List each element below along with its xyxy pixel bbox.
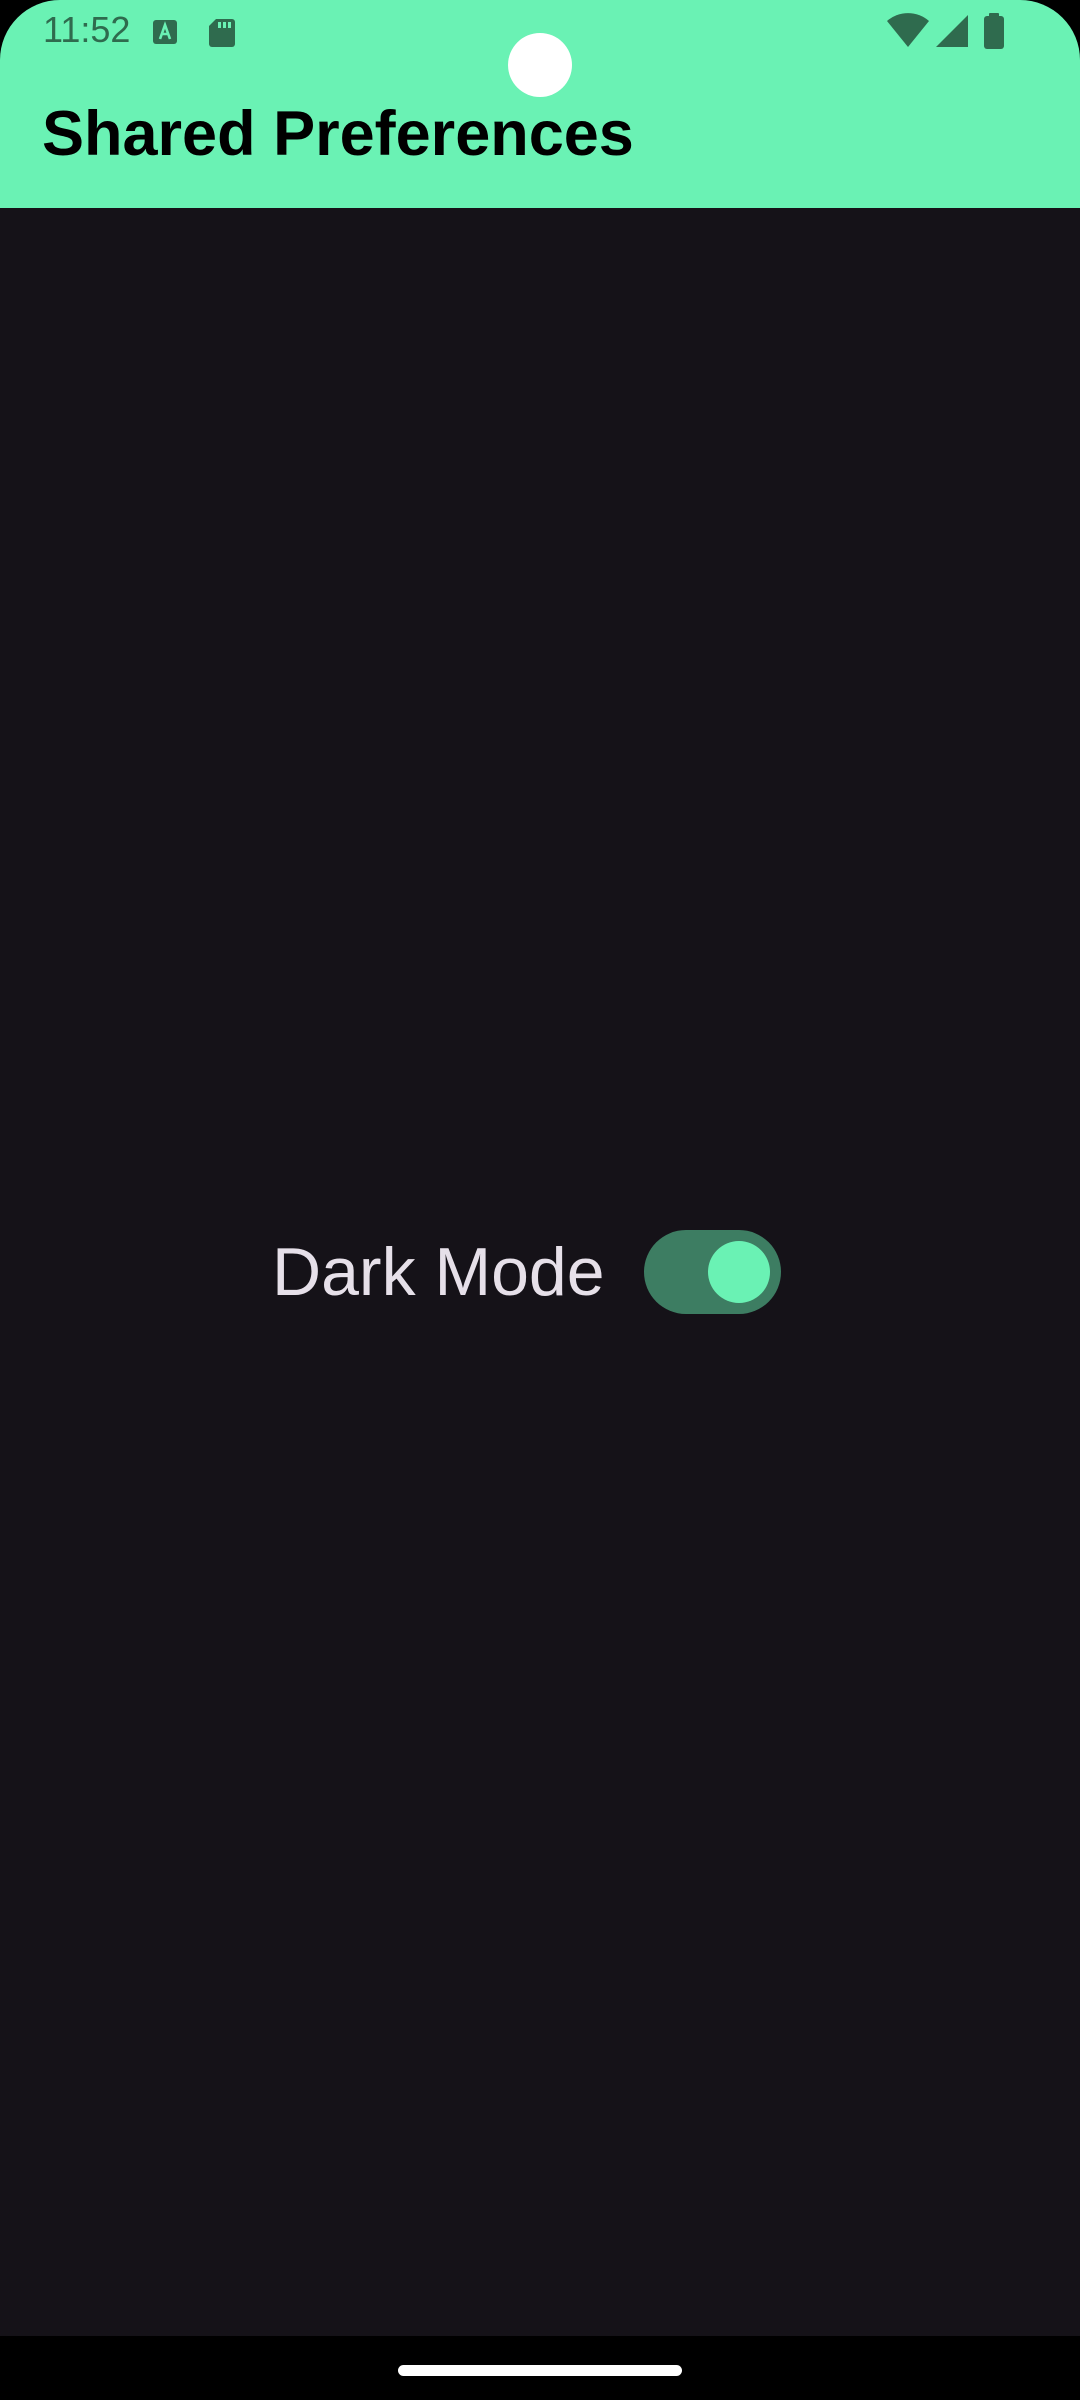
page-title: Shared Preferences bbox=[42, 99, 634, 169]
battery-icon bbox=[983, 13, 1005, 49]
home-indicator[interactable] bbox=[398, 2365, 682, 2376]
app-bar: 11:52 Shared Preferences bbox=[0, 0, 1080, 208]
toggle-knob bbox=[707, 1241, 770, 1303]
a-icon bbox=[151, 18, 179, 46]
cell-signal-icon bbox=[934, 13, 970, 49]
dark-mode-setting-row: Dark Mode bbox=[272, 1228, 781, 1316]
app-screen: 11:52 Shared Preferences Dark Mode bbox=[0, 0, 1080, 2400]
dark-mode-toggle[interactable] bbox=[643, 1230, 781, 1314]
sd-card-icon bbox=[208, 18, 236, 47]
camera-cutout bbox=[508, 33, 572, 97]
status-time: 11:52 bbox=[43, 9, 131, 50]
dark-mode-label: Dark Mode bbox=[272, 1234, 605, 1310]
wifi-icon bbox=[886, 13, 930, 49]
